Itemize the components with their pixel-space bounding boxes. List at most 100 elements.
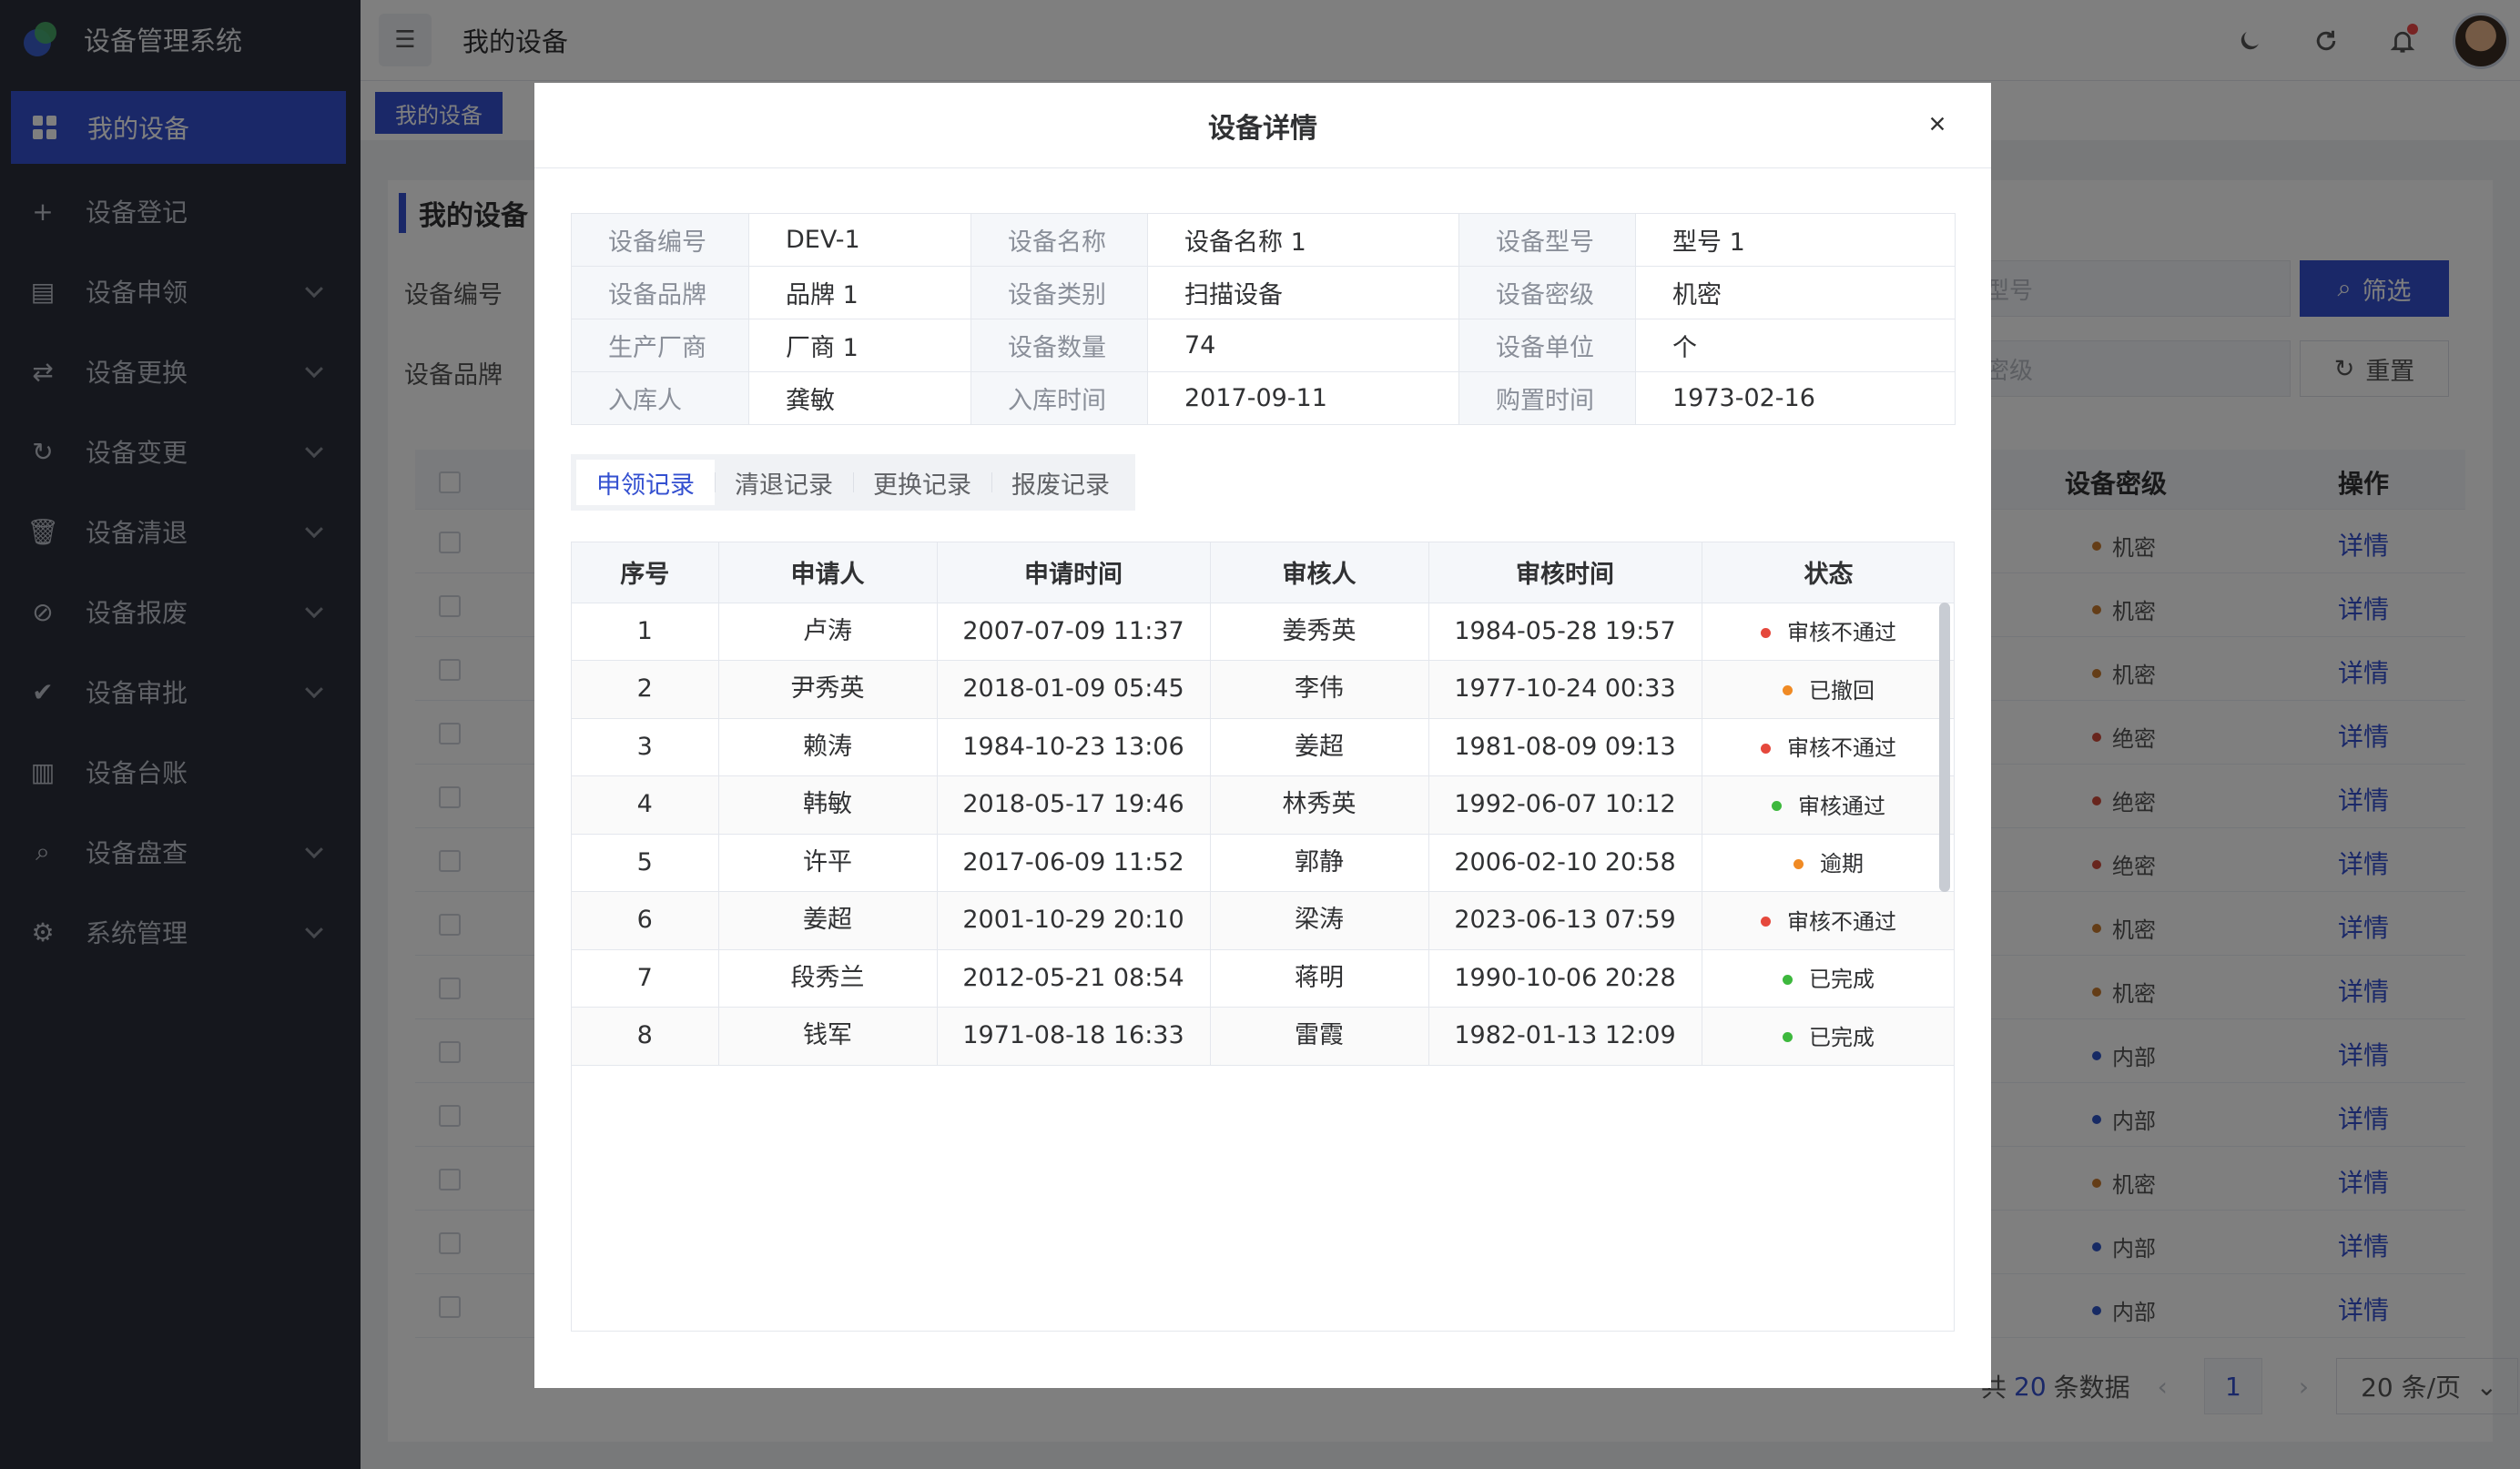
record-apply-time: 2017-06-09 11:52 [937,834,1211,892]
device-descriptions: 设备编号 DEV-1 设备名称 设备名称 1 设备型号 型号 1 设备品牌 品牌 1 设备类别扫… [571,213,1956,425]
record-review-time: 1984-05-28 19:57 [1428,603,1702,661]
records-col-header: 序号 [572,542,719,603]
record-reviewer: 梁涛 [1210,891,1429,950]
close-icon [1930,117,1945,131]
tab-1[interactable]: 清退记录 [715,460,853,505]
record-review-time: 1981-08-09 09:13 [1428,718,1702,776]
status-text: 审核不通过 [1787,735,1896,761]
dialog-title: 设备详情 [1208,112,1317,145]
record-apply-time: 2012-05-21 08:54 [937,949,1211,1008]
record-apply-time: 2007-07-09 11:37 [937,603,1211,661]
record-apply-time: 2018-05-17 19:46 [937,775,1211,835]
status-dot [1783,974,1793,985]
desc-label: 设备数量 [970,319,1148,372]
tab-0[interactable]: 申领记录 [576,460,715,505]
desc-label: 设备单位 [1458,319,1636,372]
record-status: 已撤回 [1702,660,1954,719]
record-status: 逾期 [1702,834,1954,892]
status-text: 审核不通过 [1787,908,1896,935]
desc-label: 设备密级 [1458,266,1636,319]
record-review-time: 1990-10-06 20:28 [1428,949,1702,1008]
record-row: 3 赖涛 1984-10-23 13:06 姜超 1981-08-09 09:13 审核不… [572,718,1954,776]
device-detail-dialog: 设备详情 设备编号 DEV-1 设备名称 设备名称 1 设备型号 型号 1 设备品牌 品牌 1… [534,83,1991,1388]
record-applicant: 卢涛 [718,603,938,661]
record-reviewer: 雷霞 [1210,1007,1429,1066]
desc-value: 龚敏 [748,371,971,425]
record-reviewer: 林秀英 [1210,775,1429,835]
apply-records-table: 序号 申请人 申请时间 审核人 审核时间 状态 1 卢涛 2007-07-09 11:37 姜秀… [572,542,1954,1066]
record-applicant: 钱军 [718,1007,938,1066]
record-status: 审核不通过 [1702,891,1954,950]
record-no: 5 [572,834,719,892]
desc-value: 型号 1 [1635,213,1956,267]
record-applicant: 姜超 [718,891,938,950]
desc-value: 2017-09-11 [1147,371,1459,425]
status-text: 已完成 [1809,1024,1875,1050]
desc-value: 个 [1635,319,1956,372]
record-tabs: 申领记录 清退记录 更换记录 报废记录 [571,454,1135,511]
status-badge: 审核不通过 [1761,613,1896,653]
desc-row: 生产厂商 厂商 1 设备数量 74 设备单位个 [571,319,1956,372]
record-apply-time: 1984-10-23 13:06 [937,718,1211,776]
status-text: 已完成 [1809,967,1875,992]
status-text: 审核不通过 [1787,620,1896,645]
record-review-time: 1992-06-07 10:12 [1428,775,1702,835]
record-no: 2 [572,660,719,719]
record-row: 5 许平 2017-06-09 11:52 郭静 2006-02-10 20:58 逾期 [572,834,1954,892]
desc-value: 74 [1147,319,1459,372]
status-dot [1783,685,1793,695]
record-status: 审核通过 [1702,775,1954,835]
status-badge: 已完成 [1783,959,1875,999]
record-review-time: 1977-10-24 00:33 [1428,660,1702,719]
record-no: 1 [572,603,719,661]
tab-2[interactable]: 更换记录 [853,460,991,505]
desc-value: DEV-1 [748,213,971,267]
record-review-time: 2006-02-10 20:58 [1428,834,1702,892]
record-reviewer: 蒋明 [1210,949,1429,1008]
record-row: 8 钱军 1971-08-18 16:33 雷霞 1982-01-13 12:09 已完成 [572,1007,1954,1066]
record-no: 4 [572,775,719,835]
record-applicant: 尹秀英 [718,660,938,719]
status-dot [1761,627,1771,638]
desc-label: 生产厂商 [571,319,749,372]
desc-value: 品牌 1 [748,266,971,319]
dialog-close-button[interactable] [1922,108,1953,139]
status-badge: 逾期 [1793,844,1864,884]
records-scrollbar[interactable] [1939,603,1950,892]
record-reviewer: 姜秀英 [1210,603,1429,661]
status-dot [1783,1032,1793,1042]
record-no: 6 [572,891,719,950]
records-col-header: 审核人 [1210,542,1429,603]
status-badge: 审核通过 [1772,786,1885,826]
record-no: 7 [572,949,719,1008]
desc-row: 入库人 龚敏 入库时间 2017-09-11 购置时间 1973-02-16 [571,371,1956,425]
record-no: 3 [572,718,719,776]
desc-label: 设备编号 [571,213,749,267]
record-apply-time: 2001-10-29 20:10 [937,891,1211,950]
record-apply-time: 1971-08-18 16:33 [937,1007,1211,1066]
status-text: 已撤回 [1809,677,1875,704]
status-dot [1761,743,1771,754]
record-status: 审核不通过 [1702,718,1954,776]
desc-label: 入库人 [571,371,749,425]
desc-value: 机密 [1635,266,1956,319]
status-badge: 审核不通过 [1761,728,1896,768]
desc-label: 入库时间 [970,371,1148,425]
desc-row: 设备品牌 品牌 1 设备类别 扫描设备 设备密级 机密 [571,266,1956,319]
record-reviewer: 李伟 [1210,660,1429,719]
status-badge: 审核不通过 [1761,902,1896,942]
desc-value: 1973-02-16 [1635,371,1956,425]
record-row: 1 卢涛 2007-07-09 11:37 姜秀英 1984-05-28 19:57 审核… [572,603,1954,661]
record-row: 6 姜超 2001-10-29 20:10 梁涛 2023-06-13 07:59 审核不… [572,891,1954,950]
record-applicant: 赖涛 [718,718,938,776]
record-review-time: 1982-01-13 12:09 [1428,1007,1702,1066]
record-applicant: 韩敏 [718,775,938,835]
status-text: 逾期 [1820,851,1864,876]
desc-label: 设备名称 [970,213,1148,267]
tab-3[interactable]: 报废记录 [991,460,1130,505]
desc-label: 设备类别 [970,266,1148,319]
desc-label: 购置时间 [1458,371,1636,425]
status-dot [1761,917,1771,927]
record-applicant: 段秀兰 [718,949,938,1008]
status-badge: 已撤回 [1783,671,1875,711]
